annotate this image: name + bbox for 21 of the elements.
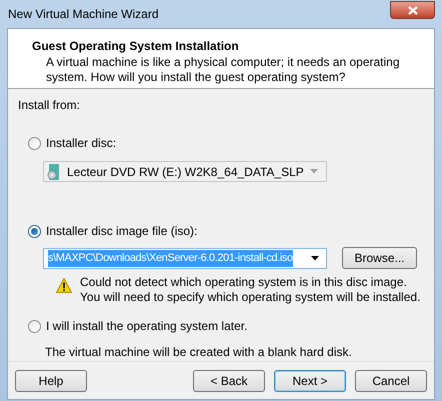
close-icon (408, 6, 418, 14)
warning-text: You will need to specify which operating system will be installed. (80, 290, 420, 305)
dialog-button[interactable]: Next > (274, 370, 346, 392)
dropdown-arrow-icon[interactable] (311, 256, 319, 260)
option-note: The virtual machine will be created with a blank hard disk. (45, 344, 353, 361)
radio-label[interactable]: Installer disc image file (iso): (46, 222, 198, 240)
dialog-button[interactable]: Help (15, 370, 87, 392)
warning-icon (56, 278, 72, 293)
radio-label[interactable]: I will install the operating system later. (46, 317, 248, 335)
radio-button[interactable] (28, 224, 41, 238)
close-button[interactable] (390, 1, 435, 19)
header-description: A virtual machine is like a physical computer; it needs an operating system. How will you install the guest operating system? (45, 55, 401, 85)
disc-drive-icon (47, 164, 61, 180)
window-title: New Virtual Machine Wizard (7, 6, 158, 23)
warning-text: Could not detect which operating system is in this disc image. (80, 275, 408, 290)
browse-button[interactable]: Browse... (342, 247, 417, 269)
radio-button[interactable] (28, 320, 41, 332)
dialog-button[interactable]: < Back (193, 370, 265, 392)
section-label: Install from: (18, 97, 82, 114)
header-title: Guest Operating System Installation (32, 38, 240, 55)
dialog-button[interactable]: Cancel (355, 370, 427, 392)
